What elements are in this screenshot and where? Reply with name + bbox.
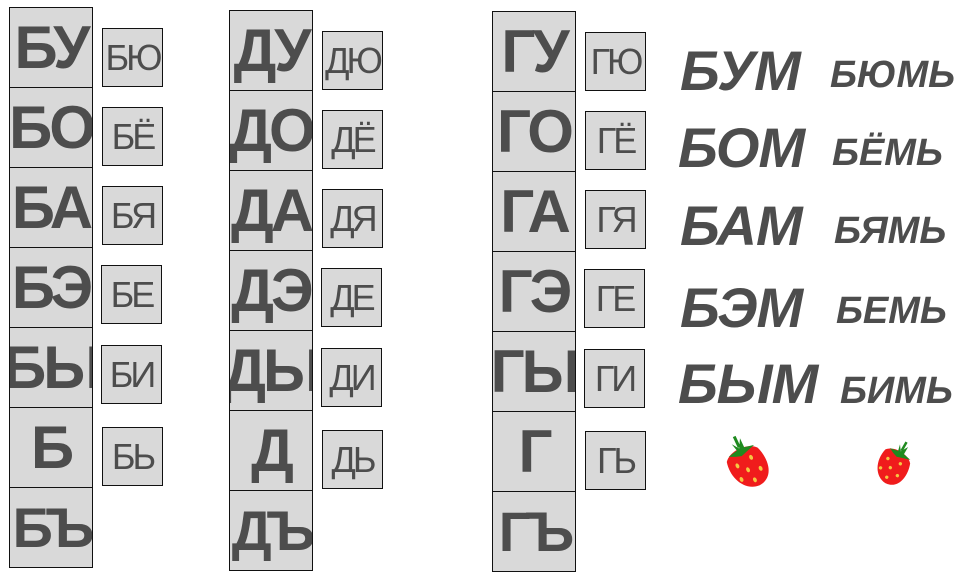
soft-syllable-cell: ДЮ — [322, 31, 383, 90]
soft-syllable-cell: ДЕ — [321, 268, 382, 327]
word-hard: БОМ — [678, 116, 805, 179]
soft-syllable-cell: ГЯ — [585, 190, 646, 249]
word-soft: БЯМЬ — [834, 210, 947, 252]
syllable-column-b: БУ БО БА БЭ БЫ Б БЪ — [9, 7, 93, 568]
syllable-cell: ДА — [230, 171, 312, 251]
syllable-cell: ДЫ — [230, 331, 312, 411]
syllable-cell: БЫ — [10, 328, 92, 408]
syllable-cell: ДЭ — [230, 251, 312, 331]
syllable-cell: ДО — [230, 91, 312, 171]
soft-syllable-cell: ГИ — [584, 349, 645, 408]
soft-syllable-cell: БИ — [101, 345, 162, 404]
word-soft: БЮМЬ — [830, 54, 956, 96]
soft-syllable-cell: ГЬ — [585, 431, 646, 490]
syllable-cell: ДЪ — [230, 491, 312, 571]
word-hard: БЫМ — [678, 352, 818, 415]
syllable-column-g: ГУ ГО ГА ГЭ ГЫ Г ГЪ — [492, 11, 576, 572]
strawberry-icon — [726, 435, 769, 487]
syllable-cell: ДУ — [230, 11, 312, 91]
syllable-cell: ГУ — [493, 12, 575, 92]
soft-syllable-cell: БЬ — [102, 427, 163, 486]
soft-syllable-cell: БЮ — [102, 28, 163, 87]
syllable-cell: ГЫ — [493, 332, 575, 412]
syllable-cell: ГО — [493, 92, 575, 172]
syllable-column-d: ДУ ДО ДА ДЭ ДЫ Д ДЪ — [229, 10, 313, 571]
soft-syllable-cell: ДИ — [321, 348, 382, 407]
soft-syllable-cell: ГЁ — [585, 111, 646, 170]
soft-syllable-cell: ГЮ — [585, 32, 646, 91]
syllable-cell: БА — [10, 168, 92, 248]
soft-syllable-cell: БЁ — [102, 107, 163, 166]
word-soft: БЕМЬ — [836, 290, 947, 332]
word-soft: БИМЬ — [840, 370, 953, 412]
syllable-cell: Д — [230, 411, 312, 491]
word-soft: БЁМЬ — [832, 132, 943, 174]
syllable-cell: ГЪ — [493, 492, 575, 572]
soft-syllable-cell: ДЬ — [322, 430, 383, 489]
word-hard: БУМ — [680, 39, 801, 102]
soft-syllable-cell: ДЁ — [322, 110, 383, 169]
word-hard: БАМ — [680, 194, 803, 257]
syllable-cell: Б — [10, 408, 92, 488]
soft-syllable-cell: ДЯ — [322, 189, 383, 248]
soft-syllable-cell: ГЕ — [584, 269, 645, 328]
strawberry-icon — [877, 441, 911, 485]
soft-syllable-cell: БЯ — [102, 186, 163, 245]
syllable-cell: Г — [493, 412, 575, 492]
soft-syllable-cell: БЕ — [101, 265, 162, 324]
syllable-cell: БЪ — [10, 488, 92, 568]
syllable-cell: ГЭ — [493, 252, 575, 332]
syllable-cell: БУ — [10, 8, 92, 88]
word-hard: БЭМ — [680, 276, 803, 339]
syllable-cell: БО — [10, 88, 92, 168]
syllable-cell: БЭ — [10, 248, 92, 328]
syllable-cell: ГА — [493, 172, 575, 252]
